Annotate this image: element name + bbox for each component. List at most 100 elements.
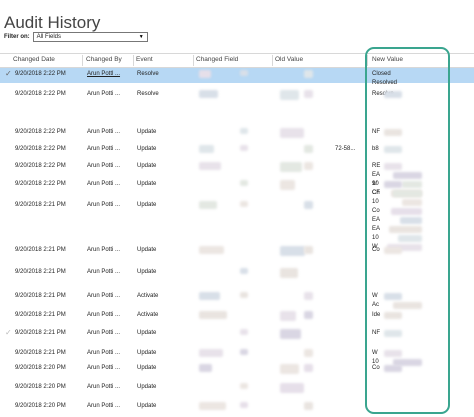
changed-by-cell[interactable]: Arun Potti ... (87, 181, 120, 187)
column-header-old-value[interactable]: Old Value (275, 56, 303, 63)
redacted-value (240, 383, 248, 389)
redacted-value (240, 201, 248, 207)
redacted-value (280, 329, 301, 339)
redacted-value (304, 246, 313, 254)
column-divider (133, 55, 134, 66)
redacted-value (240, 402, 248, 408)
redacted-value (199, 201, 217, 209)
old-value-cell: 72-58... (335, 146, 356, 152)
column-divider (272, 55, 273, 66)
row-check-icon[interactable]: ✓ (5, 328, 12, 337)
changed-by-cell[interactable]: Arun Potti ... (87, 365, 120, 371)
redacted-value (280, 268, 298, 278)
event-cell: Update (137, 181, 157, 187)
chevron-down-icon: ▼ (138, 34, 144, 40)
redacted-value (199, 292, 220, 300)
column-header-changed-by[interactable]: Changed By (86, 56, 122, 63)
column-divider (82, 55, 83, 66)
redacted-value (240, 70, 248, 76)
event-cell: Update (137, 365, 157, 371)
redacted-value (304, 162, 313, 170)
redacted-value (280, 246, 305, 256)
changed-by-cell[interactable]: Arun Potti ... (87, 146, 120, 152)
event-cell: Update (137, 384, 157, 390)
changed-by-cell[interactable]: Arun Potti ... (87, 293, 120, 299)
filter-select[interactable]: All Fields ▼ (32, 32, 148, 42)
redacted-value (240, 292, 248, 298)
filter-bar: Filter on: All Fields ▼ (4, 31, 148, 43)
changed-date-cell: 9/20/2018 2:21 PM (15, 202, 66, 208)
column-header-event[interactable]: Event (136, 56, 153, 63)
column-divider (193, 55, 194, 66)
changed-by-cell[interactable]: Arun Potti ... (87, 269, 120, 275)
event-cell: Update (137, 163, 157, 169)
redacted-value (304, 402, 313, 410)
redacted-value (280, 364, 299, 374)
changed-by-cell[interactable]: Arun Potti ... (87, 163, 120, 169)
event-cell: Resolve (137, 91, 159, 97)
event-cell: Activate (137, 293, 159, 299)
redacted-value (199, 349, 223, 357)
redacted-value (240, 128, 248, 134)
changed-date-cell: 9/20/2018 2:22 PM (15, 91, 66, 97)
changed-date-cell: 9/20/2018 2:22 PM (15, 129, 66, 135)
event-cell: Update (137, 403, 157, 409)
redacted-value (240, 145, 248, 151)
new-value-highlight (365, 47, 450, 414)
changed-date-cell: 9/20/2018 2:22 PM (15, 163, 66, 169)
changed-date-cell: 9/20/2018 2:20 PM (15, 384, 66, 390)
event-cell: Activate (137, 312, 159, 318)
changed-by-cell[interactable]: Arun Potti ... (87, 403, 120, 409)
redacted-value (240, 349, 248, 355)
redacted-value (240, 180, 248, 186)
redacted-value (240, 268, 248, 274)
redacted-value (199, 70, 211, 78)
changed-by-cell[interactable]: Arun Potti ... (87, 247, 120, 253)
event-cell: Update (137, 330, 157, 336)
changed-date-cell: 9/20/2018 2:21 PM (15, 330, 66, 336)
changed-by-cell[interactable]: Arun Potti ... (87, 384, 120, 390)
redacted-value (199, 364, 212, 372)
redacted-value (199, 246, 224, 254)
redacted-value (304, 349, 313, 357)
filter-label: Filter on: (4, 34, 30, 40)
event-cell: Update (137, 202, 157, 208)
changed-date-cell: 9/20/2018 2:21 PM (15, 312, 66, 318)
redacted-value (280, 383, 304, 393)
redacted-value (304, 311, 313, 319)
changed-date-cell: 9/20/2018 2:21 PM (15, 247, 66, 253)
row-check-icon[interactable]: ✓ (5, 69, 12, 78)
redacted-value (280, 311, 296, 321)
column-header-changed-field[interactable]: Changed Field (196, 56, 238, 63)
changed-date-cell: 9/20/2018 2:22 PM (15, 71, 66, 77)
redacted-value (304, 292, 313, 300)
changed-by-cell[interactable]: Arun Potti ... (87, 129, 120, 135)
changed-by-cell[interactable]: Arun Potti ... (87, 202, 120, 208)
changed-date-cell: 9/20/2018 2:22 PM (15, 146, 66, 152)
event-cell: Update (137, 146, 157, 152)
redacted-value (304, 70, 313, 78)
redacted-value (304, 201, 313, 209)
redacted-value (199, 162, 221, 170)
changed-date-cell: 9/20/2018 2:21 PM (15, 269, 66, 275)
event-cell: Resolve (137, 71, 159, 77)
changed-date-cell: 9/20/2018 2:20 PM (15, 365, 66, 371)
redacted-value (199, 145, 214, 153)
changed-date-cell: 9/20/2018 2:21 PM (15, 350, 66, 356)
redacted-value (304, 90, 313, 98)
changed-by-cell[interactable]: Arun Potti ... (87, 330, 120, 336)
changed-by-cell[interactable]: Arun Potti ... (87, 312, 120, 318)
redacted-value (199, 90, 218, 98)
column-header-changed-date[interactable]: Changed Date (13, 56, 55, 63)
redacted-value (280, 180, 295, 190)
redacted-value (280, 90, 299, 100)
changed-by-cell[interactable]: Arun Potti ... (87, 350, 120, 356)
changed-date-cell: 9/20/2018 2:21 PM (15, 293, 66, 299)
redacted-value (199, 311, 227, 319)
changed-by-cell[interactable]: Arun Pottl ... (87, 71, 120, 77)
redacted-value (304, 364, 313, 372)
changed-date-cell: 9/20/2018 2:20 PM (15, 403, 66, 409)
changed-by-cell[interactable]: Arun Potti ... (87, 91, 120, 97)
redacted-value (240, 329, 248, 335)
event-cell: Update (137, 350, 157, 356)
